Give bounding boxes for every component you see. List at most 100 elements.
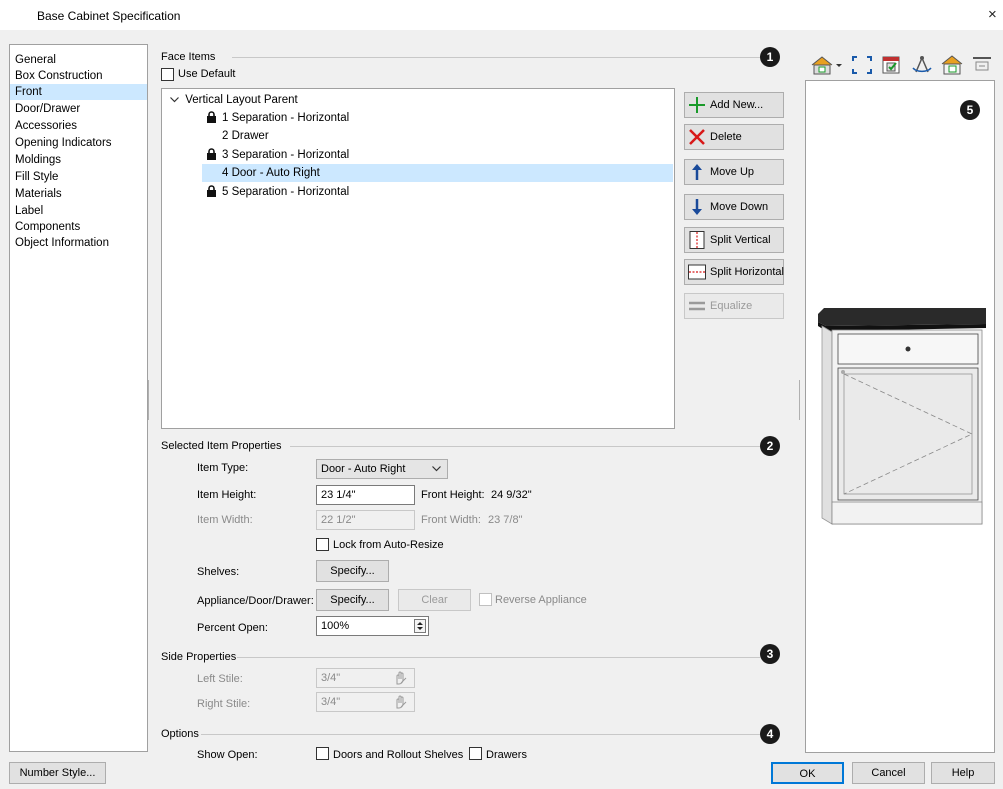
nav-item-opening-indicators[interactable]: Opening Indicators (10, 135, 147, 151)
doors-rollout-checkbox[interactable] (316, 747, 329, 760)
reverse-appliance-checkbox[interactable] (479, 593, 492, 606)
cancel-button[interactable]: Cancel (852, 762, 925, 784)
callout-badge-4: 4 (760, 724, 780, 744)
callout-badge-3: 3 (760, 644, 780, 664)
close-button[interactable]: × (988, 6, 997, 23)
nav-item-door-drawer[interactable]: Door/Drawer (10, 101, 147, 117)
split-vertical-button[interactable]: Split Vertical (684, 227, 784, 253)
nav-item-general[interactable]: General (10, 52, 147, 68)
face-items-divider (232, 57, 760, 58)
use-default-label: Use Default (178, 68, 236, 80)
front-height-value: 24 9/32" (491, 489, 532, 501)
nav-item-moldings[interactable]: Moldings (10, 152, 147, 168)
clear-button[interactable]: Clear (398, 589, 471, 611)
right-stile-field[interactable]: 3/4" (316, 692, 415, 712)
equalize-icon (687, 296, 707, 316)
callout-badge-2: 2 (760, 436, 780, 456)
percent-open-label: Percent Open: (197, 622, 268, 634)
face-items-tree[interactable]: Vertical Layout Parent 1 Separation - Ho… (161, 88, 675, 429)
window-title: Base Cabinet Specification (37, 9, 181, 23)
tree-item-selected[interactable]: 4 Door - Auto Right (202, 164, 673, 182)
front-width-value: 23 7/8" (488, 514, 523, 526)
item-height-field[interactable]: 23 1/4" (316, 485, 415, 505)
orbit-camera-icon[interactable] (910, 54, 934, 76)
nav-item-components[interactable]: Components (10, 219, 147, 235)
delete-x-icon (687, 127, 707, 147)
hand-pick-icon[interactable] (392, 694, 408, 716)
right-stile-label: Right Stile: (197, 698, 251, 710)
right-stile-value: 3/4" (321, 696, 341, 708)
tree-item[interactable]: 2 Drawer (222, 127, 269, 145)
tree-root[interactable]: Vertical Layout Parent (170, 91, 298, 109)
help-button[interactable]: Help (931, 762, 995, 784)
render-view-icon[interactable] (880, 54, 904, 76)
equalize-label: Equalize (710, 300, 753, 312)
selected-item-title: Selected Item Properties (161, 440, 282, 452)
nav-item-box-construction[interactable]: Box Construction (10, 68, 147, 84)
right-splitter[interactable] (799, 380, 800, 420)
category-list: General Box Construction Front Door/Draw… (9, 44, 148, 752)
move-down-button[interactable]: Move Down (684, 194, 784, 220)
drawers-checkbox[interactable] (469, 747, 482, 760)
tree-item-label: 5 Separation - Horizontal (222, 186, 350, 198)
split-vertical-label: Split Vertical (710, 234, 771, 246)
chevron-down-icon[interactable] (170, 91, 182, 109)
tree-item[interactable]: 3 Separation - Horizontal (206, 146, 349, 164)
nav-item-materials[interactable]: Materials (10, 186, 147, 202)
fill-window-icon[interactable] (850, 54, 874, 76)
callout-badge-5: 5 (960, 100, 980, 120)
item-width-label: Item Width: (197, 514, 253, 526)
view-type-dropdown-icon[interactable] (810, 54, 844, 76)
split-horizontal-icon (687, 262, 707, 282)
equalize-button[interactable]: Equalize (684, 293, 784, 319)
lock-auto-resize-label: Lock from Auto-Resize (333, 539, 444, 551)
delete-button[interactable]: Delete (684, 124, 784, 150)
spin-stepper-icon[interactable] (414, 619, 426, 633)
percent-open-field[interactable]: 100% (316, 616, 429, 636)
number-style-button[interactable]: Number Style... (9, 762, 106, 784)
use-default-checkbox[interactable] (161, 68, 174, 81)
lock-icon (206, 185, 217, 197)
lock-auto-resize-checkbox[interactable] (316, 538, 329, 551)
appliance-specify-button[interactable]: Specify... (316, 589, 389, 611)
left-stile-field[interactable]: 3/4" (316, 668, 415, 688)
cabinet-preview[interactable]: 5 (805, 80, 995, 753)
nav-item-label[interactable]: Label (10, 203, 147, 219)
front-width-label: Front Width: (421, 514, 481, 526)
nav-item-front[interactable]: Front (10, 84, 147, 100)
left-stile-value: 3/4" (321, 672, 341, 684)
face-items-title: Face Items (161, 51, 216, 63)
tree-root-label: Vertical Layout Parent (185, 94, 298, 106)
nav-item-accessories[interactable]: Accessories (10, 118, 147, 134)
callout-badge-1: 1 (760, 47, 780, 67)
left-splitter[interactable] (148, 380, 149, 420)
lock-icon (206, 111, 217, 123)
ok-button[interactable]: OK (771, 762, 844, 784)
shelves-specify-button[interactable]: Specify... (316, 560, 389, 582)
tree-item[interactable]: 5 Separation - Horizontal (206, 183, 349, 201)
add-new-button[interactable]: Add New... (684, 92, 784, 118)
reverse-appliance-label: Reverse Appliance (495, 594, 587, 606)
options-divider (201, 734, 760, 735)
materials-view-icon[interactable] (940, 54, 964, 76)
nav-item-fill-style[interactable]: Fill Style (10, 169, 147, 185)
split-horizontal-label: Split Horizontal (710, 266, 784, 278)
item-type-label: Item Type: (197, 462, 249, 474)
split-horizontal-button[interactable]: Split Horizontal (684, 259, 784, 285)
tree-item[interactable]: 1 Separation - Horizontal (206, 109, 349, 127)
item-width-field[interactable]: 22 1/2" (316, 510, 415, 530)
move-up-button[interactable]: Move Up (684, 159, 784, 185)
tree-item-label: 3 Separation - Horizontal (222, 149, 350, 161)
arrow-up-icon (687, 162, 707, 182)
add-new-label: Add New... (710, 99, 764, 111)
selected-item-divider (290, 446, 760, 447)
tree-item-label: 1 Separation - Horizontal (222, 112, 350, 124)
arrow-down-icon (687, 197, 707, 217)
tree-item-label: 4 Door - Auto Right (222, 167, 320, 179)
nav-item-object-information[interactable]: Object Information (10, 235, 147, 251)
show-open-label: Show Open: (197, 749, 258, 761)
cabinet-3d-model (818, 308, 986, 525)
hand-pick-icon[interactable] (392, 670, 408, 692)
item-type-select[interactable]: Door - Auto Right (316, 459, 448, 479)
toolbar-overflow-icon[interactable] (970, 54, 994, 76)
